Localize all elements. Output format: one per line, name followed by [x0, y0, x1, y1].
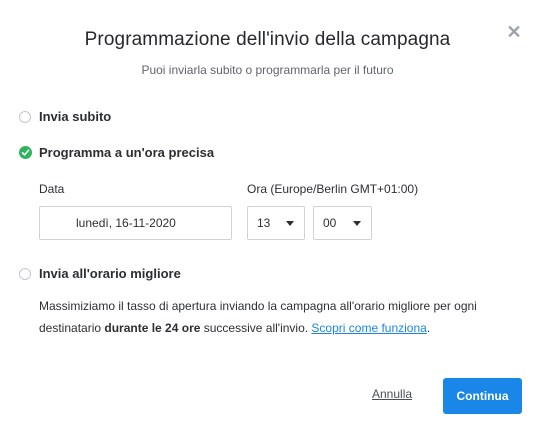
best-time-description: Massimiziamo il tasso di apertura invian…: [39, 295, 509, 339]
checkmark-icon[interactable]: [19, 146, 32, 159]
option-best-time-label: Invia all'orario migliore: [39, 266, 181, 281]
option-schedule-label: Programma a un'ora precisa: [39, 145, 215, 160]
minute-value: 00: [323, 216, 337, 230]
desc-text-2: successive all'invio.: [200, 321, 312, 335]
option-best-time[interactable]: Invia all'orario migliore: [19, 266, 181, 281]
cancel-button[interactable]: Annulla: [372, 387, 412, 401]
date-field[interactable]: lunedì, 16-11-2020: [39, 206, 232, 240]
dialog-subtitle: Puoi inviarla subito o programmarla per …: [141, 63, 394, 77]
time-label: Ora (Europe/Berlin GMT+01:00): [247, 182, 419, 196]
hour-value: 13: [257, 216, 271, 230]
minute-select[interactable]: 00: [313, 206, 372, 240]
option-send-now-label: Invia subito: [39, 109, 112, 124]
continue-button[interactable]: Continua: [443, 378, 522, 414]
option-schedule[interactable]: Programma a un'ora precisa: [19, 145, 214, 160]
date-label: Data: [39, 182, 65, 196]
dialog-title: Programmazione dell'invio della campagna: [84, 29, 451, 50]
radio-send-now[interactable]: [19, 110, 31, 123]
desc-end: .: [426, 321, 431, 335]
radio-best-time[interactable]: [19, 267, 31, 280]
date-value: lunedì, 16-11-2020: [76, 216, 176, 230]
close-icon[interactable]: ✕: [506, 23, 522, 41]
caret-down-icon: [286, 220, 294, 226]
hour-select[interactable]: 13: [247, 206, 305, 240]
learn-more-link[interactable]: Scopri come funziona: [311, 321, 426, 335]
desc-bold: durante le 24 ore: [104, 321, 201, 335]
option-send-now[interactable]: Invia subito: [19, 109, 111, 124]
caret-down-icon: [353, 220, 361, 226]
